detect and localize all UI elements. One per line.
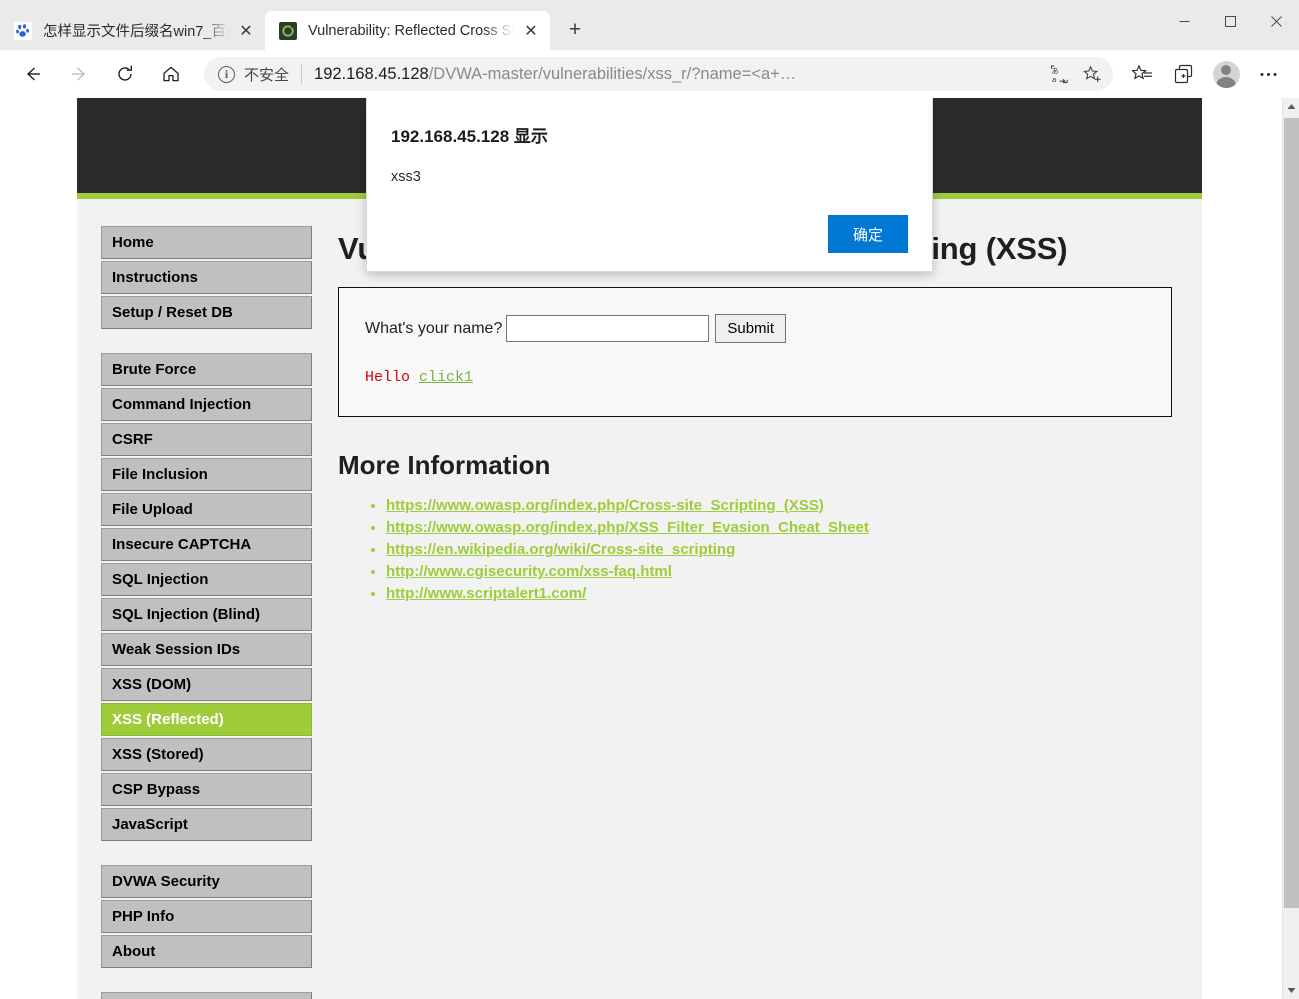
minimize-button[interactable] — [1161, 0, 1207, 43]
dvwa-body: Home Instructions Setup / Reset DB Brute… — [77, 199, 1202, 999]
tab-close-icon[interactable]: ✕ — [518, 18, 544, 44]
greeting-text: Hello — [365, 369, 420, 386]
sidebar-item-weak-session-ids[interactable]: Weak Session IDs — [101, 633, 312, 666]
home-button[interactable] — [154, 57, 188, 91]
omnibox-divider — [301, 64, 303, 84]
list-item: https://www.owasp.org/index.php/XSS_Filt… — [386, 519, 1172, 537]
page-viewport: Home Instructions Setup / Reset DB Brute… — [0, 98, 1299, 999]
nav-group-vulnerabilities: Brute Force Command Injection CSRF File … — [101, 353, 312, 841]
scroll-down-icon[interactable] — [1283, 982, 1299, 999]
info-link[interactable]: http://www.scriptalert1.com/ — [386, 585, 586, 602]
vulnerability-panel: What's your name? Submit Hello click1 — [338, 287, 1172, 417]
favorites-icon[interactable] — [1124, 56, 1160, 92]
web-page: Home Instructions Setup / Reset DB Brute… — [0, 98, 1282, 999]
more-information-title: More Information — [338, 450, 551, 480]
submit-button[interactable]: Submit — [715, 314, 787, 343]
forward-button[interactable] — [62, 57, 96, 91]
svg-text:a: a — [1051, 75, 1056, 84]
tab-strip: 怎样显示文件后缀名win7_百度搜 ✕ Vulnerability: Refle… — [0, 0, 1299, 50]
sidebar: Home Instructions Setup / Reset DB Brute… — [77, 199, 322, 999]
browser-tab-baidu[interactable]: 怎样显示文件后缀名win7_百度搜 ✕ — [0, 11, 265, 50]
page-scrollbar[interactable] — [1282, 98, 1299, 999]
scrollbar-thumb[interactable] — [1284, 118, 1299, 908]
name-label: What's your name? — [365, 319, 503, 337]
sidebar-item-about[interactable]: About — [101, 935, 312, 968]
settings-more-icon[interactable] — [1250, 56, 1286, 92]
reflected-output: Hello click1 — [365, 369, 1145, 386]
window-controls — [1161, 0, 1299, 43]
tab-title: 怎样显示文件后缀名win7_百度搜 — [43, 24, 231, 40]
list-item: http://www.cgisecurity.com/xss-faq.html — [386, 563, 1172, 581]
sidebar-item-sql-injection[interactable]: SQL Injection — [101, 563, 312, 596]
info-link[interactable]: https://www.owasp.org/index.php/Cross-si… — [386, 497, 824, 514]
browser-window: 怎样显示文件后缀名win7_百度搜 ✕ Vulnerability: Refle… — [0, 0, 1299, 999]
avatar — [1212, 60, 1240, 88]
sidebar-item-javascript[interactable]: JavaScript — [101, 808, 312, 841]
sidebar-item-xss-dom[interactable]: XSS (DOM) — [101, 668, 312, 701]
sidebar-item-dvwa-security[interactable]: DVWA Security — [101, 865, 312, 898]
sidebar-item-xss-stored[interactable]: XSS (Stored) — [101, 738, 312, 771]
sidebar-item-php-info[interactable]: PHP Info — [101, 900, 312, 933]
sidebar-item-csrf[interactable]: CSRF — [101, 423, 312, 456]
main-content: Vulnerability: Reflected Cross Site Scri… — [322, 199, 1202, 999]
sidebar-item-sql-injection-blind[interactable]: SQL Injection (Blind) — [101, 598, 312, 631]
sidebar-item-home[interactable]: Home — [101, 226, 312, 259]
browser-toolbar: i 不安全 192.168.45.128/DVWA-master/vulnera… — [0, 50, 1299, 98]
star-add-icon[interactable] — [1077, 59, 1107, 89]
tab-close-icon[interactable]: ✕ — [233, 18, 259, 44]
more-information-list: https://www.owasp.org/index.php/Cross-si… — [338, 497, 1172, 603]
profile-avatar[interactable] — [1208, 56, 1244, 92]
collections-icon[interactable] — [1166, 56, 1202, 92]
url-text: 192.168.45.128/DVWA-master/vulnerabiliti… — [314, 65, 1043, 84]
list-item: http://www.scriptalert1.com/ — [386, 585, 1172, 603]
back-button[interactable] — [16, 57, 50, 91]
sidebar-item-csp-bypass[interactable]: CSP Bypass — [101, 773, 312, 806]
info-circle-icon[interactable]: i — [218, 65, 235, 83]
dialog-actions: 确定 — [391, 215, 908, 253]
baidu-favicon — [14, 21, 32, 40]
sidebar-item-insecure-captcha[interactable]: Insecure CAPTCHA — [101, 528, 312, 561]
name-form: What's your name? Submit — [365, 314, 1145, 343]
translate-icon[interactable]: あ a — [1045, 59, 1075, 89]
injected-link[interactable]: click1 — [419, 369, 473, 386]
maximize-button[interactable] — [1207, 0, 1253, 43]
sidebar-item-file-inclusion[interactable]: File Inclusion — [101, 458, 312, 491]
url-path: /DVWA-master/vulnerabilities/xss_r/?name… — [428, 64, 797, 83]
sidebar-item-command-injection[interactable]: Command Injection — [101, 388, 312, 421]
sidebar-item-logout[interactable]: Logout — [101, 992, 312, 999]
nav-group-session: Logout — [101, 992, 312, 999]
security-label: 不安全 — [244, 66, 290, 84]
info-link[interactable]: http://www.cgisecurity.com/xss-faq.html — [386, 563, 672, 580]
list-item: https://www.owasp.org/index.php/Cross-si… — [386, 497, 1172, 515]
sidebar-item-brute-force[interactable]: Brute Force — [101, 353, 312, 386]
info-link[interactable]: https://www.owasp.org/index.php/XSS_Filt… — [386, 519, 869, 536]
list-item: https://en.wikipedia.org/wiki/Cross-site… — [386, 541, 1172, 559]
dvwa-favicon — [279, 21, 297, 40]
dialog-title: 192.168.45.128 显示 — [391, 127, 548, 146]
address-bar[interactable]: i 不安全 192.168.45.128/DVWA-master/vulnera… — [204, 57, 1113, 91]
scroll-up-icon[interactable] — [1283, 98, 1299, 115]
tab-title: Vulnerability: Reflected Cross Site — [308, 22, 516, 39]
dialog-ok-button[interactable]: 确定 — [828, 215, 908, 253]
dialog-message: xss3 — [391, 169, 421, 185]
info-link[interactable]: https://en.wikipedia.org/wiki/Cross-site… — [386, 541, 735, 558]
sidebar-item-instructions[interactable]: Instructions — [101, 261, 312, 294]
nav-group-main: Home Instructions Setup / Reset DB — [101, 226, 312, 329]
sidebar-item-file-upload[interactable]: File Upload — [101, 493, 312, 526]
browser-tab-dvwa[interactable]: Vulnerability: Reflected Cross Site ✕ — [265, 11, 550, 50]
javascript-alert-dialog: 192.168.45.128 显示 xss3 确定 — [366, 98, 933, 272]
sidebar-item-setup-reset-db[interactable]: Setup / Reset DB — [101, 296, 312, 329]
close-window-button[interactable] — [1253, 0, 1299, 43]
name-input[interactable] — [506, 315, 710, 342]
reload-button[interactable] — [108, 57, 142, 91]
new-tab-button[interactable]: + — [558, 13, 592, 47]
nav-group-settings: DVWA Security PHP Info About — [101, 865, 312, 968]
url-host: 192.168.45.128 — [314, 64, 429, 83]
sidebar-item-xss-reflected[interactable]: XSS (Reflected) — [101, 703, 312, 736]
